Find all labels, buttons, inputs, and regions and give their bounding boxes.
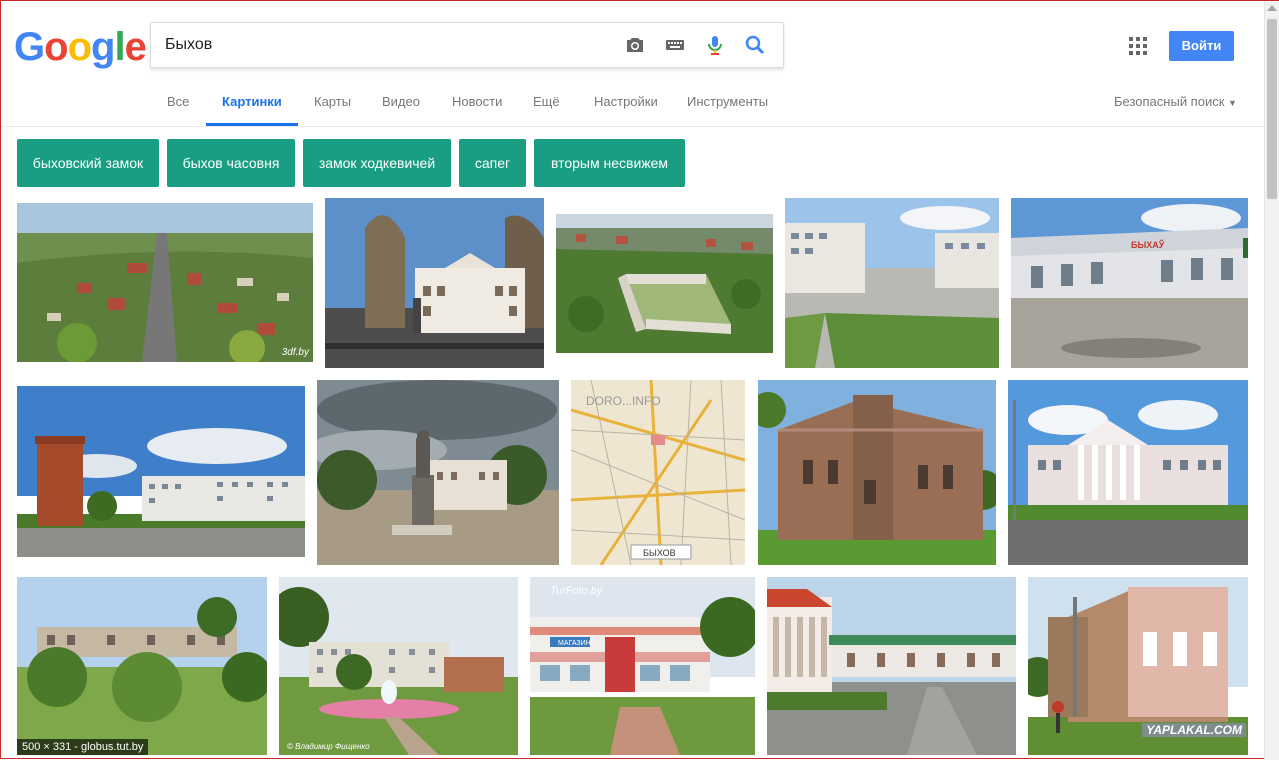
image-caption: 500 × 331 - globus.tut.by — [17, 739, 149, 755]
safe-search-dropdown[interactable]: Безопасный поиск ▼ — [1114, 94, 1237, 109]
image-result[interactable] — [758, 380, 996, 565]
google-logo[interactable]: Google — [14, 25, 147, 70]
header: Google Войти Все Картинки Карты Видео Но… — [1, 1, 1264, 127]
logo-letter: G — [14, 25, 45, 69]
logo-letter: g — [91, 25, 115, 69]
station-sign: БЫХАЎ — [1131, 239, 1165, 250]
tab-tools[interactable]: Инструменты — [687, 89, 768, 123]
scroll-up-arrow-icon[interactable] — [1267, 5, 1277, 11]
chip-khodkevich-castle[interactable]: замок ходкевичей — [303, 139, 451, 187]
image-result[interactable]: 3df.by — [17, 203, 313, 362]
map-label: БЫХОВ — [643, 548, 676, 558]
image-result[interactable]: БЫХАЎ — [1011, 198, 1248, 368]
search-input[interactable] — [163, 33, 607, 57]
logo-letter: o — [44, 25, 68, 69]
svg-text:DORO...INFO: DORO...INFO — [586, 394, 661, 408]
image-result[interactable]: DORO...INFO БЫХОВ — [571, 380, 745, 565]
chevron-down-icon: ▼ — [1228, 98, 1237, 108]
image-result[interactable] — [325, 198, 544, 368]
tab-video[interactable]: Видео — [382, 89, 420, 123]
image-result[interactable] — [1008, 380, 1248, 565]
image-result[interactable] — [556, 214, 773, 353]
sign-in-button[interactable]: Войти — [1169, 31, 1234, 61]
tab-more[interactable]: Ещё — [533, 89, 560, 123]
keyboard-icon[interactable] — [663, 33, 687, 57]
mic-icon[interactable] — [703, 33, 727, 57]
image-result[interactable] — [317, 380, 559, 565]
search-icon[interactable] — [743, 33, 767, 57]
tab-settings[interactable]: Настройки — [594, 89, 658, 123]
search-box — [150, 22, 784, 68]
tab-images[interactable]: Картинки — [206, 89, 298, 126]
logo-letter: l — [114, 25, 125, 69]
tab-news[interactable]: Новости — [452, 89, 502, 123]
chip-bykhov-chapel[interactable]: быхов часовня — [167, 139, 295, 187]
image-watermark: 3df.by — [281, 347, 309, 358]
image-result[interactable] — [17, 386, 305, 557]
chip-bykhov-castle[interactable]: быховский замок — [17, 139, 159, 187]
shop-sign: МАГАЗИН — [558, 640, 591, 647]
image-result[interactable]: 500 × 331 - globus.tut.by — [17, 577, 267, 755]
scrollbar-thumb[interactable] — [1267, 19, 1277, 199]
image-result[interactable] — [767, 577, 1016, 755]
image-result[interactable]: © Владимир Фищенко — [279, 577, 518, 755]
logo-letter: o — [67, 25, 92, 69]
tab-all[interactable]: Все — [167, 89, 189, 123]
image-result[interactable]: YAPLAKAL.COM — [1028, 577, 1248, 755]
image-watermark: YAPLAKAL.COM — [1142, 723, 1246, 737]
image-result[interactable] — [785, 198, 999, 368]
safe-search-label: Безопасный поиск — [1114, 94, 1225, 109]
image-watermark: TurFoto.by — [550, 585, 603, 597]
chip-second-nesvizh[interactable]: вторым несвижем — [534, 139, 685, 187]
image-result[interactable]: МАГАЗИН TurFoto.by — [530, 577, 755, 755]
chip-sapieha[interactable]: сапег — [459, 139, 526, 187]
apps-grid-icon[interactable] — [1129, 37, 1147, 55]
logo-letter: e — [124, 25, 147, 69]
tab-maps[interactable]: Карты — [314, 89, 351, 123]
camera-icon[interactable] — [623, 33, 647, 57]
image-watermark: © Владимир Фищенко — [287, 742, 370, 751]
